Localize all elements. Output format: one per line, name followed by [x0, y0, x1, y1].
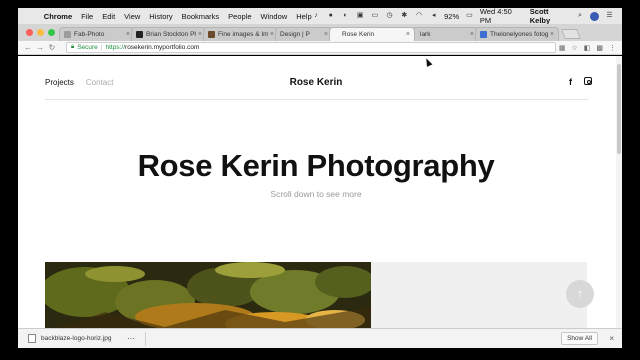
new-tab-button[interactable]: [561, 29, 581, 39]
toolbar-actions: ▦ ☆ ◧ ▩ ⋮: [559, 44, 622, 52]
file-icon: [28, 334, 36, 343]
secure-label: Secure: [77, 44, 98, 51]
chrome-menu-icon[interactable]: ⋮: [609, 44, 616, 52]
spotlight-icon[interactable]: ⌕: [576, 12, 585, 20]
menubar-clock[interactable]: Wed 4:50 PM: [480, 7, 524, 25]
photo-mossy-rocks-stream: [45, 262, 371, 328]
download-divider: [145, 331, 146, 346]
bookmark-star-icon[interactable]: ☆: [571, 44, 577, 52]
url-protocol: https://: [105, 44, 126, 51]
menu-history[interactable]: History: [149, 12, 172, 21]
lock-icon[interactable]: 🔒︎: [71, 44, 74, 51]
tab-title: Design | P: [280, 31, 310, 38]
url-separator: |: [100, 44, 103, 51]
airplay-icon[interactable]: ▭: [371, 12, 380, 20]
forward-arrow-icon[interactable]: →: [34, 43, 46, 52]
siri-icon[interactable]: [590, 11, 600, 21]
url-host: rosekerin.myportfolio.com: [125, 44, 200, 51]
page-subtitle: Scroll down to see more: [270, 189, 362, 199]
back-arrow-icon[interactable]: ←: [22, 43, 34, 52]
time-machine-icon[interactable]: ◷: [385, 12, 394, 20]
extension-icon[interactable]: ◧: [584, 44, 591, 52]
tab-title: Thelonelyones fotograf: [490, 31, 548, 38]
tab-strip: Fab-Photo × Brian Stockton Pho × Fine im…: [18, 24, 622, 41]
web-page: Projects Contact Rose Kerin f Rose Kerin…: [18, 56, 622, 328]
status-icon[interactable]: ♪: [312, 12, 321, 20]
social-links: f: [569, 77, 592, 87]
browser-tab[interactable]: Thelonelyones fotograf ×: [475, 27, 559, 41]
tab-close-icon[interactable]: ×: [406, 31, 410, 38]
status-icon[interactable]: ◐: [341, 12, 350, 20]
menubar-user[interactable]: Scott Kelby: [530, 7, 570, 25]
site-brand[interactable]: Rose Kerin: [18, 77, 614, 88]
header-divider: [45, 99, 589, 100]
browser-tab[interactable]: Fab-Photo ×: [59, 27, 135, 41]
show-all-downloads-button[interactable]: Show All: [561, 332, 598, 345]
tab-close-icon[interactable]: ×: [550, 31, 554, 38]
browser-tab[interactable]: lark ×: [411, 27, 479, 41]
zoom-window-button[interactable]: [48, 29, 55, 36]
tab-close-icon[interactable]: ×: [126, 31, 130, 38]
status-icon[interactable]: ▣: [356, 12, 365, 20]
extension-icon[interactable]: ▦: [559, 44, 566, 52]
tab-favicon-icon: [208, 31, 215, 38]
tab-title: Rose Kerin: [342, 31, 375, 38]
browser-tab[interactable]: Fine images & Images in print, m ×: [203, 27, 279, 41]
tab-title: Fab-Photo: [74, 31, 105, 38]
menu-bookmarks[interactable]: Bookmarks: [182, 12, 220, 21]
extension-icon[interactable]: ▩: [596, 44, 603, 52]
minimize-window-button[interactable]: [37, 29, 44, 36]
menu-edit[interactable]: Edit: [102, 12, 115, 21]
menu-file[interactable]: File: [81, 12, 93, 21]
window-controls: [18, 29, 63, 41]
download-bar: backblaze-logo-horiz.jpg ⋯ Show All ×: [18, 328, 622, 348]
menubar-status-area: ♪ ● ◐ ▣ ▭ ◷ ✱ ◠ ◂ 92% ▭ Wed 4:50 PM Scot…: [312, 7, 622, 25]
browser-tab[interactable]: Design | P ×: [275, 27, 333, 41]
menu-help[interactable]: Help: [296, 12, 311, 21]
download-options-icon[interactable]: ⋯: [127, 334, 135, 343]
tab-title: lark: [420, 31, 431, 38]
bluetooth-icon[interactable]: ✱: [400, 12, 409, 20]
status-icon[interactable]: ●: [326, 12, 335, 20]
tab-close-icon[interactable]: ×: [198, 31, 202, 38]
browser-tab-active[interactable]: Rose Kerin ×: [329, 27, 415, 41]
tab-favicon-icon: [136, 31, 143, 38]
scrollbar-thumb[interactable]: [617, 64, 621, 154]
battery-icon[interactable]: ▭: [465, 12, 474, 20]
tab-favicon-icon: [480, 31, 487, 38]
address-bar[interactable]: 🔒︎ Secure | https:// rosekerin.myportfol…: [66, 42, 556, 53]
volume-icon[interactable]: ◂: [429, 12, 438, 20]
close-window-button[interactable]: [26, 29, 33, 36]
browser-toolbar: ← → ↻ 🔒︎ Secure | https:// rosekerin.myp…: [18, 41, 622, 55]
battery-percent[interactable]: 92%: [444, 12, 459, 21]
menu-app-name[interactable]: Chrome: [44, 12, 72, 21]
menu-bar: Chrome File Edit View History Bookmarks …: [18, 7, 622, 25]
page-scrollbar[interactable]: [616, 56, 622, 328]
scroll-to-top-button[interactable]: ↑: [566, 280, 594, 308]
instagram-icon[interactable]: [584, 77, 592, 85]
page-title: Rose Kerin Photography: [137, 148, 495, 183]
menu-window[interactable]: Window: [261, 12, 288, 21]
project-cover-image[interactable]: [45, 262, 371, 328]
reload-icon[interactable]: ↻: [46, 43, 58, 52]
tab-close-icon[interactable]: ×: [270, 31, 274, 38]
download-filename[interactable]: backblaze-logo-horiz.jpg: [41, 335, 121, 342]
tab-favicon-icon: [64, 31, 71, 38]
menu-people[interactable]: People: [228, 12, 251, 21]
tab-close-icon[interactable]: ×: [470, 31, 474, 38]
menu-view[interactable]: View: [124, 12, 140, 21]
tab-title: Brian Stockton Pho: [146, 31, 196, 38]
wifi-icon[interactable]: ◠: [415, 12, 424, 20]
browser-tab[interactable]: Brian Stockton Pho ×: [131, 27, 207, 41]
notification-center-icon[interactable]: ☰: [605, 12, 614, 20]
facebook-icon[interactable]: f: [569, 77, 572, 87]
project-cover-placeholder[interactable]: [371, 262, 587, 328]
tab-title: Fine images & Images in print, m: [218, 31, 268, 38]
close-download-bar-icon[interactable]: ×: [609, 334, 614, 343]
tab-close-icon[interactable]: ×: [324, 31, 328, 38]
